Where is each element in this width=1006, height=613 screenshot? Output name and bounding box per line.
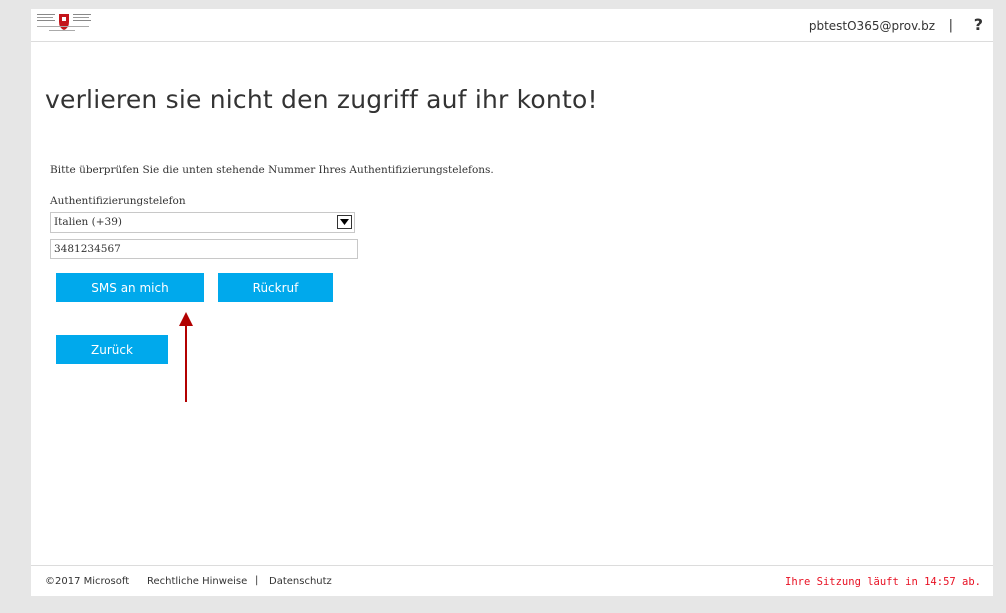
- session-timer: Ihre Sitzung läuft in 14:57 ab.: [785, 576, 981, 588]
- instruction-text: Bitte überprüfen Sie die unten stehende …: [50, 164, 494, 176]
- chevron-down-icon[interactable]: [337, 215, 352, 229]
- footer-separator: |: [255, 575, 259, 586]
- legal-notice-link[interactable]: Rechtliche Hinweise: [147, 576, 247, 587]
- province-logo: [37, 14, 91, 31]
- phone-number-input[interactable]: [50, 239, 358, 259]
- sms-button[interactable]: SMS an mich: [56, 273, 204, 302]
- header-separator: |: [948, 18, 953, 33]
- country-selected-value: Italien (+39): [54, 216, 123, 228]
- copyright-text: ©2017 Microsoft: [45, 576, 130, 587]
- country-code-select[interactable]: Italien (+39): [50, 212, 355, 233]
- callback-button[interactable]: Rückruf: [218, 273, 333, 302]
- auth-phone-label: Authentifizierungstelefon: [50, 195, 186, 207]
- page-title: verlieren sie nicht den zugriff auf ihr …: [45, 85, 598, 114]
- user-email[interactable]: pbtestO365@prov.bz: [809, 19, 935, 33]
- privacy-link[interactable]: Datenschutz: [269, 576, 332, 587]
- help-icon[interactable]: ?: [974, 15, 983, 34]
- header-bar: pbtestO365@prov.bz | ?: [31, 9, 993, 42]
- back-button[interactable]: Zurück: [56, 335, 168, 364]
- page-frame: pbtestO365@prov.bz | ? verlieren sie nic…: [31, 9, 993, 596]
- footer-bar: ©2017 Microsoft Rechtliche Hinweise | Da…: [31, 565, 993, 597]
- annotation-arrow-icon: [179, 312, 193, 402]
